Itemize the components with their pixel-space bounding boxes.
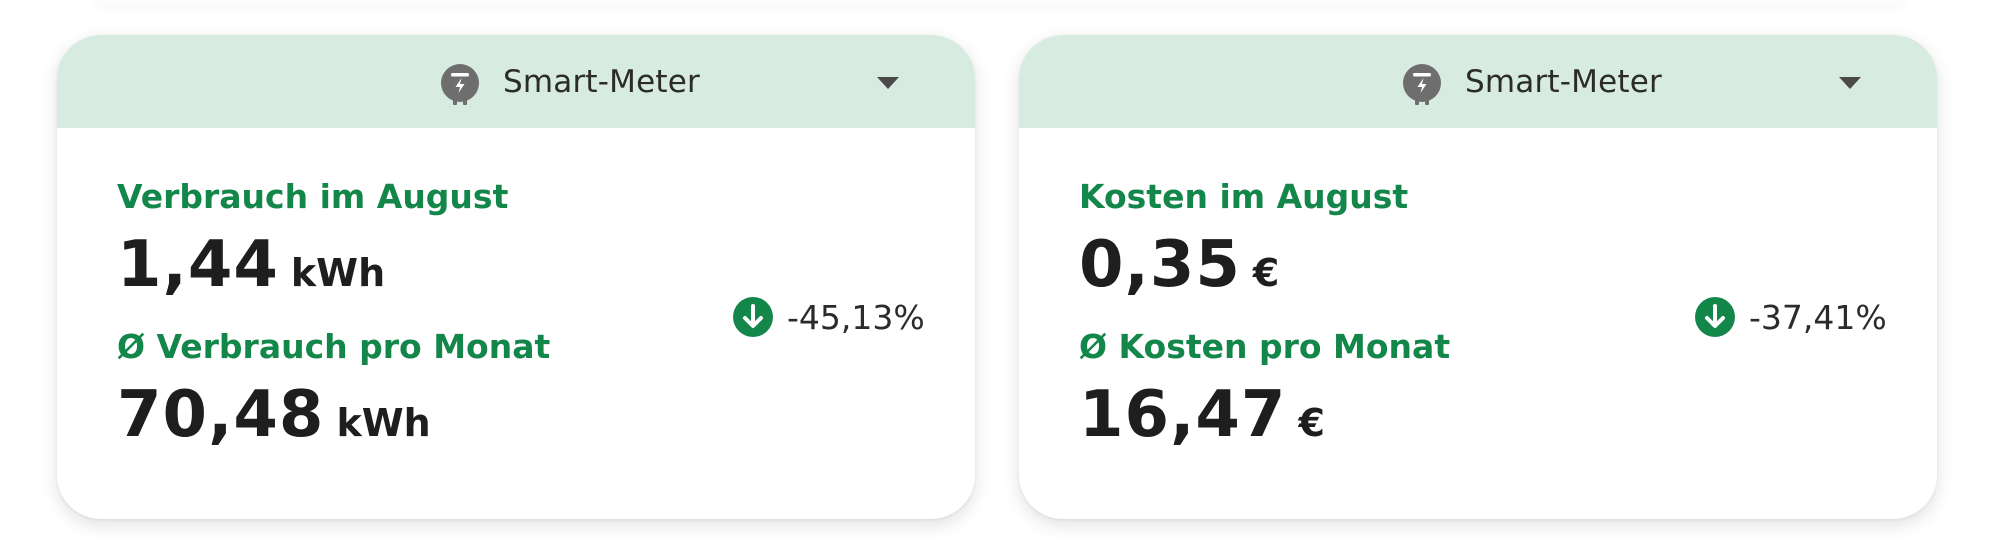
chevron-down-icon[interactable] [877, 76, 899, 90]
trend-percentage: -37,41% [1749, 297, 1887, 337]
value-number: 0,35 [1079, 228, 1241, 302]
meter-name: Smart-Meter [1465, 64, 1662, 100]
value-unit: kWh [336, 401, 431, 445]
trend-indicator: -45,13% [733, 295, 925, 339]
meter-select-dropdown[interactable]: Smart-Meter [57, 35, 975, 128]
arrow-down-circle-icon [1695, 297, 1735, 337]
cost-card: Smart-Meter Kosten im August 0,35 € Ø Kos… [1019, 35, 1937, 519]
monthly-consumption-value: 1,44 kWh [117, 225, 385, 321]
value-unit: € [1298, 401, 1325, 445]
average-cost-value: 16,47 € [1079, 375, 1325, 471]
consumption-card: Smart-Meter Verbrauch im August 1,44 kWh … [57, 35, 975, 519]
trend-indicator: -37,41% [1695, 295, 1887, 339]
average-consumption-label: Ø Verbrauch pro Monat [117, 327, 551, 366]
value-unit: € [1252, 251, 1280, 295]
chevron-down-icon[interactable] [1839, 76, 1861, 90]
value-number: 16,47 [1079, 378, 1287, 452]
monthly-cost-label: Kosten im August [1079, 177, 1409, 216]
smart-meter-icon [1403, 64, 1441, 105]
trend-percentage: -45,13% [787, 297, 925, 337]
monthly-cost-value: 0,35 € [1079, 225, 1279, 321]
value-unit: kWh [290, 251, 386, 295]
meter-select-dropdown[interactable]: Smart-Meter [1019, 35, 1937, 128]
monthly-consumption-label: Verbrauch im August [117, 177, 509, 216]
value-number: 1,44 [117, 228, 279, 302]
previous-section-edge [95, 0, 1905, 4]
value-number: 70,48 [117, 378, 325, 452]
meter-name: Smart-Meter [503, 64, 700, 100]
arrow-down-circle-icon [733, 297, 773, 337]
smart-meter-icon [441, 64, 479, 105]
average-cost-label: Ø Kosten pro Monat [1079, 327, 1451, 366]
average-consumption-value: 70,48 kWh [117, 375, 431, 471]
